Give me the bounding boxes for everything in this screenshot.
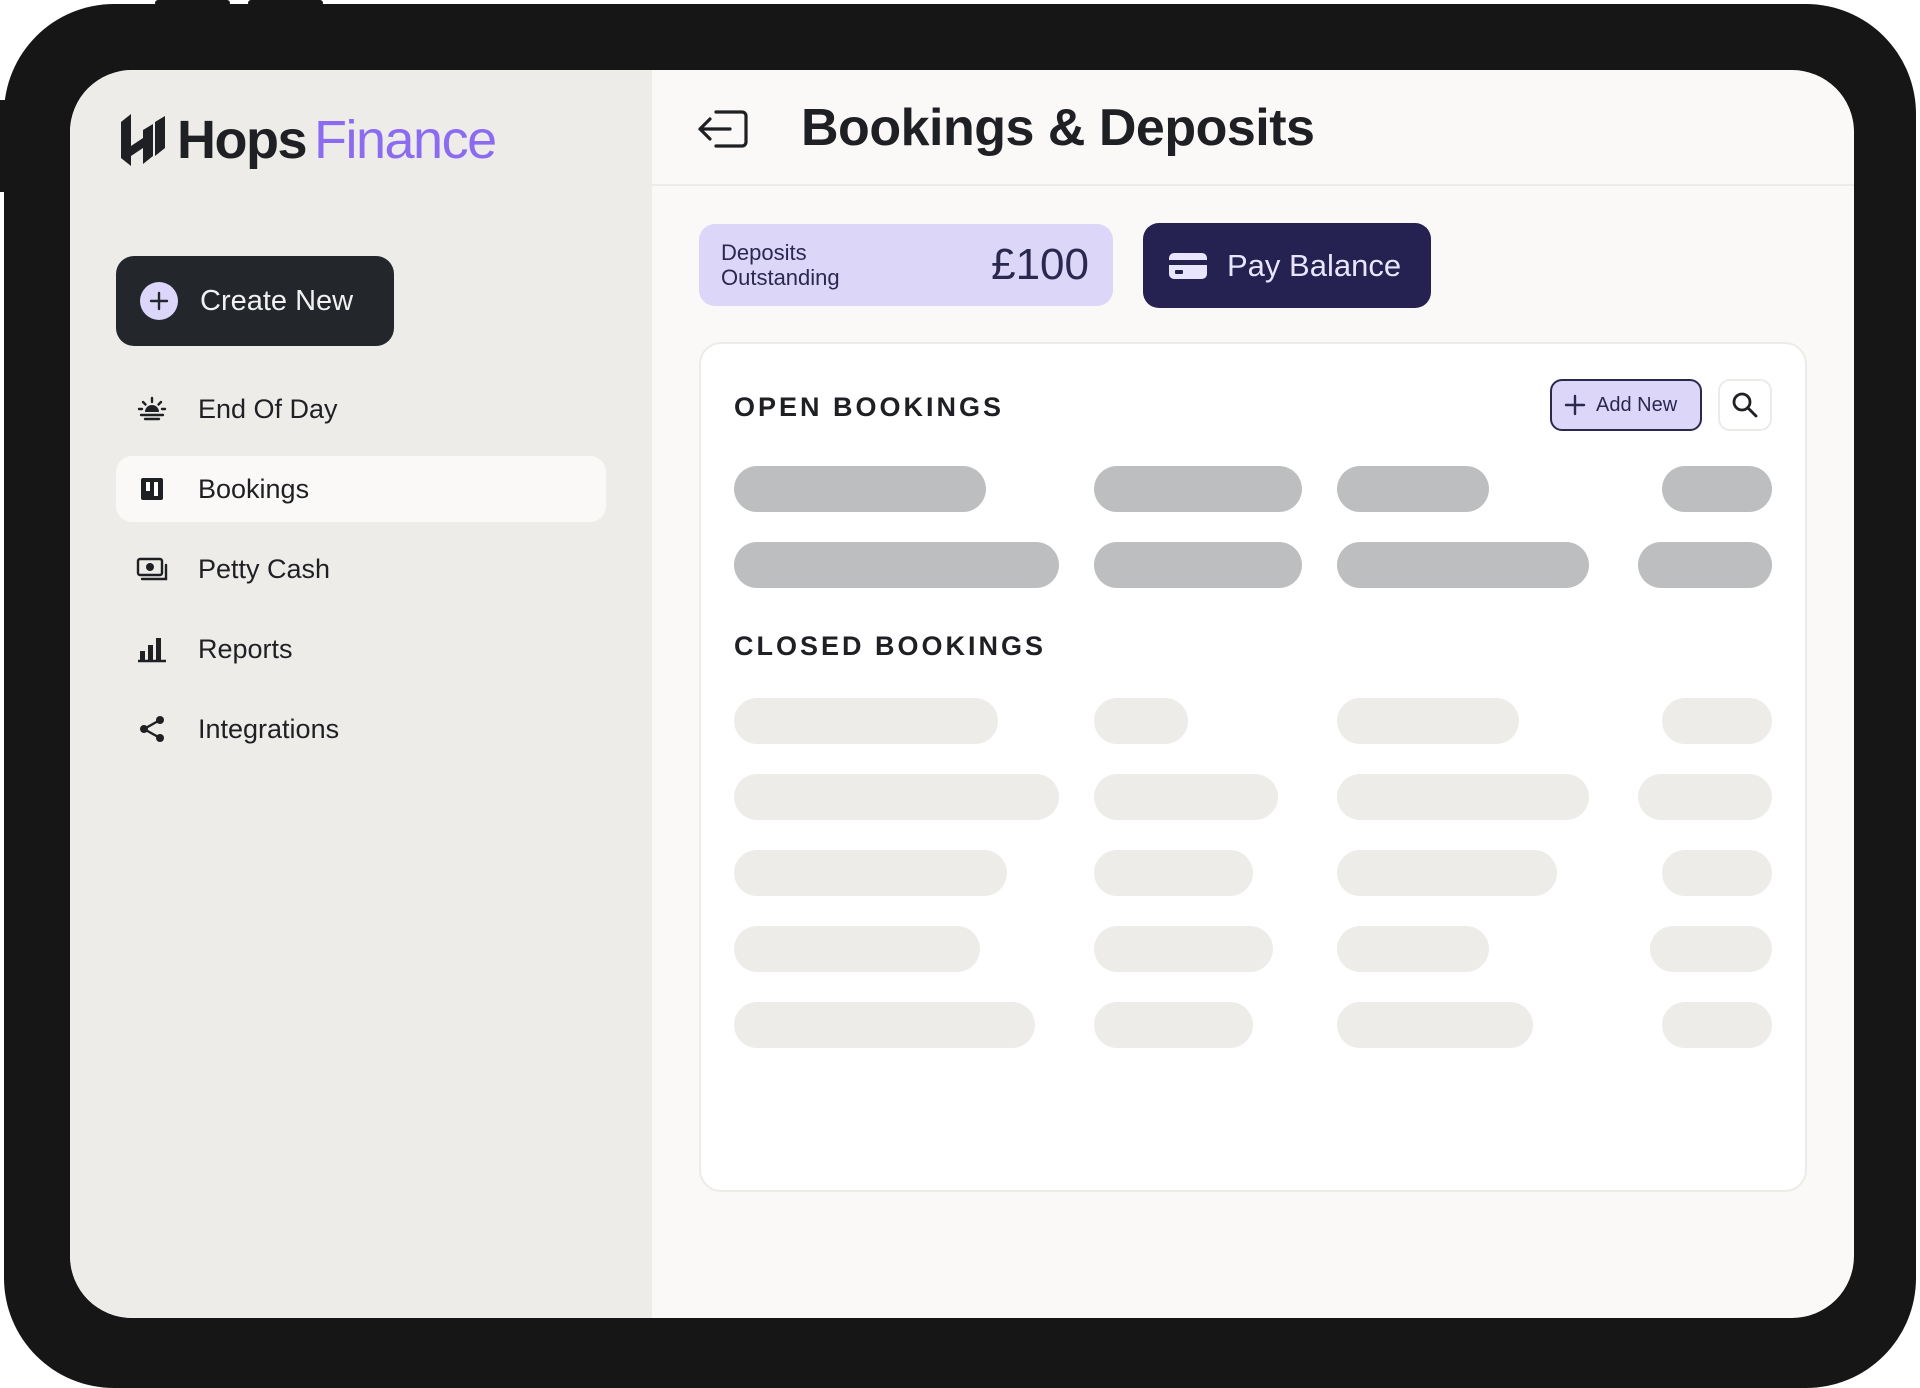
skeleton-cell — [1094, 850, 1253, 896]
skeleton-cell — [1094, 1002, 1253, 1048]
skeleton-cell — [734, 850, 1007, 896]
sidebar-item-label: End Of Day — [198, 393, 338, 424]
skeleton-cell — [1662, 850, 1772, 896]
skeleton-cell — [1662, 698, 1772, 744]
skeleton-cell — [1337, 774, 1589, 820]
skeleton-cell — [734, 542, 1059, 588]
add-new-booking-button[interactable]: Add New — [1550, 379, 1702, 431]
skeleton-cell — [734, 774, 1059, 820]
skeleton-cell — [1638, 774, 1772, 820]
skeleton-cell — [1337, 542, 1589, 588]
sidebar-item-bookings[interactable]: Bookings — [116, 456, 606, 522]
closed-bookings-title: CLOSED BOOKINGS — [734, 631, 1047, 661]
pay-balance-button[interactable]: Pay Balance — [1143, 223, 1431, 308]
skeleton-cell — [1650, 926, 1772, 972]
brand-name-part2: Finance — [314, 110, 497, 170]
skeleton-cell — [1094, 698, 1188, 744]
search-icon — [1732, 392, 1758, 418]
page-title: Bookings & Deposits — [801, 99, 1315, 157]
add-new-label: Add New — [1596, 393, 1678, 416]
skeleton-cell — [1094, 542, 1302, 588]
deposits-amount: £100 — [991, 240, 1089, 289]
create-new-button[interactable]: Create New — [116, 256, 394, 346]
sidebar-nav: End Of Day Bookings Petty Cash Reports I… — [116, 376, 606, 776]
main-content: Bookings & Deposits Deposits Outstanding… — [652, 70, 1854, 1318]
sidebar-item-integrations[interactable]: Integrations — [116, 696, 606, 762]
skeleton-cell — [1337, 1002, 1533, 1048]
skeleton-cell — [1337, 698, 1519, 744]
app-screen: Hops Finance Create New End Of Day Booki… — [70, 70, 1854, 1318]
bookings-panel: OPEN BOOKINGS Add New CLOSED BOOKINGS — [699, 342, 1807, 1192]
sidebar-item-label: Petty Cash — [198, 553, 331, 584]
skeleton-cell — [734, 698, 998, 744]
plus-icon — [1564, 394, 1586, 416]
sidebar-item-label: Reports — [198, 633, 293, 664]
bar-chart-icon — [136, 633, 168, 665]
sidebar-item-label: Bookings — [198, 473, 310, 504]
skeleton-cell — [1337, 466, 1489, 512]
sidebar-item-label: Integrations — [198, 713, 340, 744]
log-out-icon[interactable] — [694, 106, 750, 152]
sidebar: Hops Finance Create New End Of Day Booki… — [70, 70, 652, 1318]
open-bookings-title: OPEN BOOKINGS — [734, 392, 1005, 422]
skeleton-cell — [1638, 542, 1772, 588]
credit-card-icon — [1169, 252, 1207, 279]
create-new-label: Create New — [200, 284, 354, 317]
skeleton-cell — [1094, 466, 1302, 512]
skeleton-cell — [1094, 926, 1273, 972]
deposits-label: Deposits Outstanding — [721, 240, 840, 290]
deposits-outstanding-card: Deposits Outstanding £100 — [699, 224, 1113, 306]
skeleton-cell — [734, 1002, 1035, 1048]
skeleton-cell — [734, 926, 980, 972]
skeleton-cell — [1337, 926, 1489, 972]
page-header: Bookings & Deposits — [652, 70, 1854, 186]
plus-circle-icon — [140, 282, 178, 320]
brand-logo[interactable]: Hops Finance — [115, 108, 497, 172]
skeleton-cell — [1337, 850, 1557, 896]
bookings-icon — [136, 473, 168, 505]
sunset-icon — [136, 393, 168, 425]
pay-balance-label: Pay Balance — [1227, 247, 1402, 283]
skeleton-cell — [1662, 466, 1772, 512]
sidebar-item-reports[interactable]: Reports — [116, 616, 606, 682]
search-button[interactable] — [1718, 379, 1772, 431]
hops-logo-icon — [121, 114, 165, 166]
share-icon — [136, 713, 168, 745]
skeleton-cell — [1094, 774, 1278, 820]
sidebar-item-end-of-day[interactable]: End Of Day — [116, 376, 606, 442]
skeleton-cell — [734, 466, 986, 512]
brand-name-part1: Hops — [177, 110, 308, 170]
skeleton-cell — [1662, 1002, 1772, 1048]
cash-icon — [136, 553, 168, 585]
sidebar-item-petty-cash[interactable]: Petty Cash — [116, 536, 606, 602]
